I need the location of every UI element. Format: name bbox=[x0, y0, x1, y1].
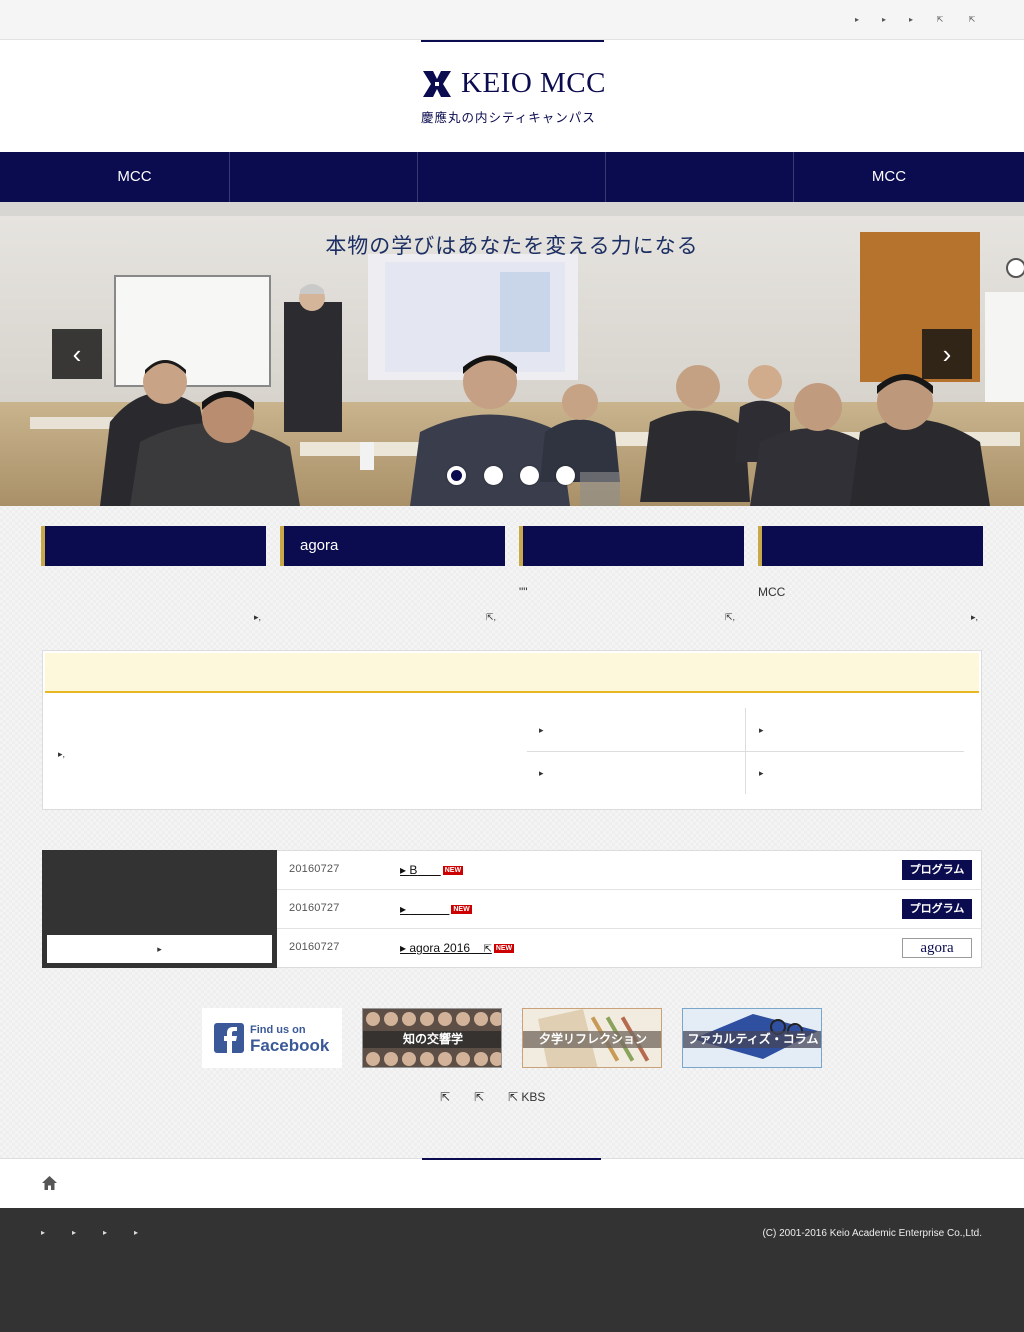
logo-name: KEIO MCC bbox=[461, 67, 606, 99]
facebook-banner-line1: Find us on bbox=[250, 1024, 306, 1036]
nav-item-mcc[interactable]: MCC bbox=[40, 152, 230, 202]
info-panel-header bbox=[45, 653, 979, 693]
external-link-1[interactable]: ⇱ bbox=[440, 1090, 450, 1104]
feature-description-4: MCC bbox=[758, 585, 786, 599]
header-accent-line bbox=[421, 40, 604, 42]
utility-link-2[interactable]: ▸ bbox=[877, 13, 891, 27]
hero-headline: 本物の学びはあなたを変える力になる bbox=[325, 234, 699, 258]
new-badge: NEW bbox=[442, 866, 464, 876]
news-row: 20160727 ▸ B NEW プログラム bbox=[277, 851, 982, 890]
info-grid-link-4[interactable]: ▸ bbox=[759, 768, 764, 779]
feature-external-link-2[interactable]: ⇱, bbox=[486, 612, 500, 623]
home-icon[interactable] bbox=[41, 1175, 58, 1191]
external-link-2[interactable]: ⇱ bbox=[474, 1090, 484, 1104]
logo-subtitle: 慶應丸の内シティキャンパス bbox=[421, 110, 596, 125]
feature-description-3: "" bbox=[519, 585, 528, 599]
slider-dot-3[interactable] bbox=[520, 466, 539, 485]
info-panel-link[interactable]: ▸, bbox=[58, 749, 65, 760]
facebook-banner-line2: Facebook bbox=[250, 1036, 330, 1055]
footer-link-3[interactable]: ▸ bbox=[103, 1228, 113, 1237]
banner-caption: ファカルティズ・コラム bbox=[683, 1031, 821, 1048]
feature-button-agora[interactable]: agora bbox=[280, 526, 505, 566]
new-badge: NEW bbox=[451, 905, 472, 915]
news-row: 20160727 ▸ agora 2016 ⇱ NEW agora bbox=[277, 929, 982, 968]
external-link-icon: ⇱ bbox=[483, 944, 492, 955]
nav-item-3[interactable] bbox=[418, 152, 606, 202]
faculty-column-banner[interactable]: ファカルティズ・コラム bbox=[682, 1008, 822, 1068]
utility-link-1[interactable]: ▸ bbox=[850, 13, 864, 27]
info-grid-link-3[interactable]: ▸ bbox=[539, 768, 544, 779]
info-grid-divider-v bbox=[745, 708, 746, 794]
slider-dot-2[interactable] bbox=[484, 466, 503, 485]
footer-breadcrumb-bar bbox=[0, 1158, 1024, 1208]
news-date: 20160727 bbox=[289, 941, 340, 953]
nav-item-4[interactable] bbox=[606, 152, 794, 202]
info-grid-link-1[interactable]: ▸ bbox=[539, 725, 544, 736]
news-date: 20160727 bbox=[289, 863, 340, 875]
banner-caption: 知の交響学 bbox=[363, 1031, 501, 1048]
info-grid-link-2[interactable]: ▸ bbox=[759, 725, 764, 736]
news-title-link[interactable]: ▸ B NEW bbox=[400, 863, 464, 877]
category-tag-agora[interactable]: agora bbox=[902, 938, 972, 958]
news-list: 20160727 ▸ B NEW プログラム 20160727 ▸ NEW プロ… bbox=[277, 850, 982, 968]
copyright: (C) 2001-2016 Keio Academic Enterprise C… bbox=[762, 1228, 982, 1239]
feature-button-4[interactable] bbox=[758, 526, 983, 566]
feature-link-4[interactable]: ▸, bbox=[971, 612, 985, 623]
banner-caption: 夕学リフレクション bbox=[523, 1031, 661, 1048]
footer-link-1[interactable]: ▸ bbox=[41, 1228, 51, 1237]
utility-external-link-1[interactable]: ⇱ bbox=[933, 13, 947, 27]
slider-prev-button[interactable]: ‹ bbox=[52, 329, 102, 379]
site-logo[interactable]: KEIO MCC 慶應丸の内シティキャンパス bbox=[421, 67, 611, 127]
feature-link-1[interactable]: ▸, bbox=[254, 612, 268, 623]
utility-link-3[interactable]: ▸ bbox=[904, 13, 918, 27]
info-panel bbox=[42, 650, 982, 810]
news-title-link[interactable]: ▸ agora 2016 ⇱ NEW bbox=[400, 941, 515, 955]
news-title-link[interactable]: ▸ NEW bbox=[400, 902, 472, 916]
footer-accent-line bbox=[422, 1158, 601, 1160]
news-more-button[interactable]: ▸ bbox=[47, 935, 272, 963]
hero-slider: 本物の学びはあなたを変える力になる ‹ › bbox=[0, 202, 1024, 506]
nav-item-2[interactable] bbox=[230, 152, 418, 202]
site-header: KEIO MCC 慶應丸の内シティキャンパス bbox=[0, 40, 1024, 152]
facebook-banner[interactable]: Find us on Facebook bbox=[202, 1008, 342, 1068]
news-title-text: agora 2016 bbox=[409, 941, 471, 955]
category-tag[interactable]: プログラム bbox=[902, 899, 972, 919]
external-link-kbs[interactable]: ⇱ KBS bbox=[508, 1090, 545, 1104]
slider-dot-4[interactable] bbox=[556, 466, 575, 485]
sekigaku-reflection-banner[interactable]: 夕学リフレクション bbox=[522, 1008, 662, 1068]
footer-link-4[interactable]: ▸ bbox=[134, 1228, 144, 1237]
news-heading-box: ▸ bbox=[42, 850, 277, 968]
footer-link-2[interactable]: ▸ bbox=[72, 1228, 82, 1237]
news-date: 20160727 bbox=[289, 902, 340, 914]
site-footer: ▸ ▸ ▸ ▸ (C) 2001-2016 Keio Academic Ente… bbox=[0, 1208, 1024, 1332]
slider-pagination bbox=[447, 466, 587, 486]
news-row: 20160727 ▸ NEW プログラム bbox=[277, 890, 982, 929]
global-nav: MCC MCC bbox=[0, 152, 1024, 202]
news-title-text: B bbox=[409, 863, 418, 877]
feature-button-3[interactable] bbox=[519, 526, 744, 566]
chi-no-kokyogaku-banner[interactable]: 知の交響学 bbox=[362, 1008, 502, 1068]
keio-pen-logo-icon bbox=[423, 71, 451, 97]
feature-external-link-3[interactable]: ⇱, bbox=[725, 612, 739, 623]
nav-item-mcc-2[interactable]: MCC bbox=[794, 152, 984, 202]
feature-button-1[interactable] bbox=[41, 526, 266, 566]
utility-external-link-2[interactable]: ⇱ bbox=[965, 13, 979, 27]
utility-bar: ▸ ▸ ▸ ⇱ ⇱ bbox=[0, 0, 1024, 40]
slider-dot-1[interactable] bbox=[447, 466, 466, 485]
category-tag[interactable]: プログラム bbox=[902, 860, 972, 880]
new-badge: NEW bbox=[493, 944, 515, 954]
slider-next-button[interactable]: › bbox=[922, 329, 972, 379]
